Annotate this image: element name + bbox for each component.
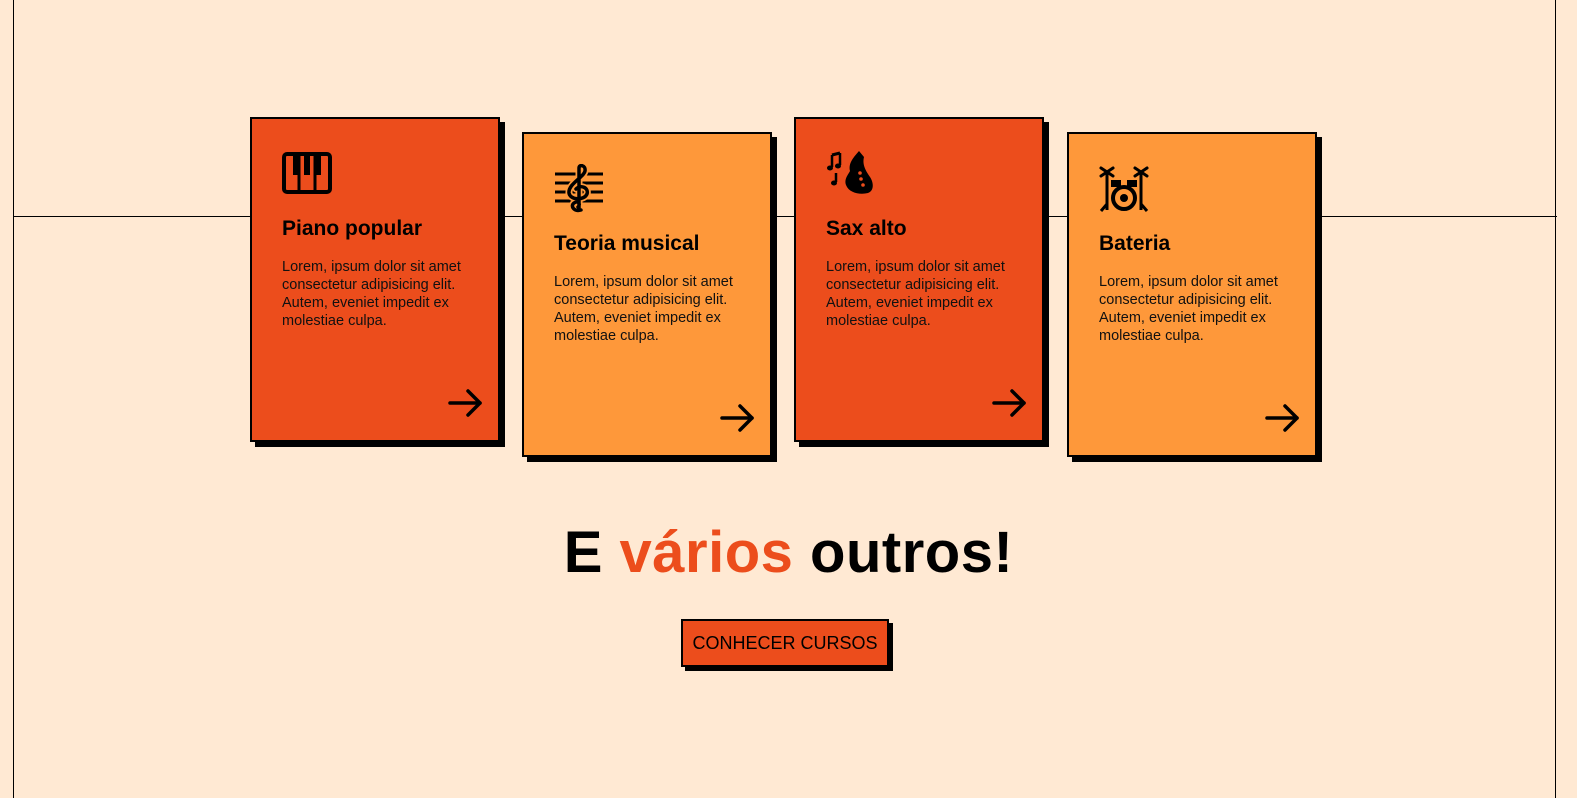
course-title: Teoria musical: [554, 232, 700, 255]
course-description: Lorem, ipsum dolor sit amet consectetur …: [282, 259, 461, 329]
arrow-right-icon[interactable]: [720, 403, 756, 433]
course-card-sax[interactable]: Sax alto Lorem, ipsum dolor sit amet con…: [794, 117, 1044, 442]
course-title: Bateria: [1099, 232, 1171, 255]
arrow-right-icon[interactable]: [1265, 403, 1301, 433]
course-card-piano[interactable]: Piano popular Lorem, ipsum dolor sit ame…: [250, 117, 500, 442]
course-title: Sax alto: [826, 217, 907, 240]
section-headline: E vários outros!: [0, 518, 1577, 588]
explore-courses-button[interactable]: CONHECER CURSOS: [681, 619, 889, 667]
arrow-right-icon[interactable]: [992, 388, 1028, 418]
headline-before: E: [563, 520, 620, 585]
piano-icon: [282, 152, 332, 194]
course-card-drums[interactable]: Bateria Lorem, ipsum dolor sit amet cons…: [1067, 132, 1317, 457]
arrow-right-icon[interactable]: [448, 388, 484, 418]
headline-accent: vários: [619, 520, 794, 585]
course-description: Lorem, ipsum dolor sit amet consectetur …: [554, 274, 733, 344]
course-title: Piano popular: [282, 217, 423, 240]
page-frame: [13, 0, 1556, 798]
course-description: Lorem, ipsum dolor sit amet consectetur …: [826, 259, 1005, 329]
course-description: Lorem, ipsum dolor sit amet consectetur …: [1099, 274, 1278, 344]
horizontal-rule: [13, 216, 1557, 217]
saxophone-icon: [827, 151, 873, 194]
headline-after: outros!: [793, 520, 1014, 585]
course-card-theory[interactable]: Teoria musical Lorem, ipsum dolor sit am…: [522, 132, 772, 457]
drum-kit-icon: [1099, 166, 1149, 212]
treble-clef-icon: [555, 164, 603, 214]
